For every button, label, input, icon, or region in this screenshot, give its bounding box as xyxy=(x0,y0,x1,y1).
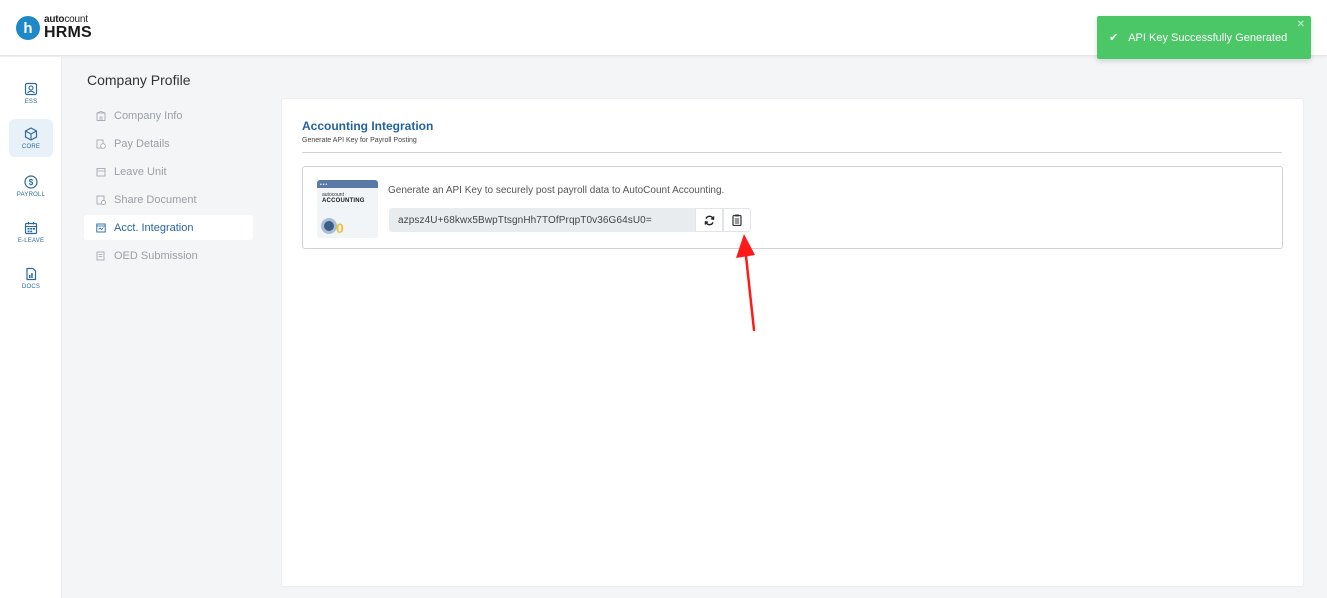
submenu-label: Leave Unit xyxy=(114,165,167,178)
copy-icon xyxy=(732,214,742,226)
success-toast: ✔ API Key Successfully Generated ✕ xyxy=(1097,16,1311,59)
submenu-item-share-document[interactable]: Share Document xyxy=(84,187,253,212)
logo-badge: h xyxy=(16,16,40,40)
coin-icon: 0 xyxy=(336,220,344,236)
check-icon: ✔ xyxy=(1109,32,1119,44)
annotation-arrow xyxy=(736,234,756,332)
content-card: Accounting Integration Generate API Key … xyxy=(281,98,1304,587)
rail-item-payroll[interactable]: $ PAYROLL xyxy=(9,167,53,205)
ess-icon xyxy=(24,82,38,95)
toast-message: API Key Successfully Generated xyxy=(1128,31,1288,44)
module-rail: ESS CORE $ PAYROLL E-LEAVE DOCS xyxy=(0,57,62,598)
rail-label-core: CORE xyxy=(21,143,41,150)
regenerate-api-key-button[interactable] xyxy=(695,208,723,232)
integration-icon xyxy=(96,223,106,232)
submenu-label: Company Info xyxy=(114,109,183,122)
api-key-field[interactable]: azpsz4U+68kwx5BwpTtsgnHh7TOfPrqpT0v36G64… xyxy=(389,208,695,232)
rail-label-payroll: PAYROLL xyxy=(16,191,46,198)
payroll-icon: $ xyxy=(24,174,38,189)
submenu-label: Share Document xyxy=(114,193,197,206)
calendar-icon xyxy=(24,221,38,234)
submenu-item-leave-unit[interactable]: Leave Unit xyxy=(84,159,253,184)
submission-icon xyxy=(96,251,105,260)
copy-api-key-button[interactable] xyxy=(723,208,751,232)
integration-panel: ••• autocount ACCOUNTING 0 Generate an A… xyxy=(302,166,1283,249)
pay-icon xyxy=(96,139,106,149)
rail-item-core[interactable]: CORE xyxy=(9,119,53,157)
docs-icon xyxy=(26,267,37,280)
rail-item-ess[interactable]: ESS xyxy=(9,74,53,112)
building-icon xyxy=(96,110,106,121)
rail-item-eleave[interactable]: E-LEAVE xyxy=(9,213,53,251)
app-logo[interactable]: h autocount HRMS xyxy=(16,15,92,41)
calendar-icon xyxy=(96,167,106,176)
svg-text:$: $ xyxy=(29,178,34,187)
submenu-item-oed-submission[interactable]: OED Submission xyxy=(84,243,253,268)
rail-label-eleave: E-LEAVE xyxy=(17,237,45,244)
gear-icon xyxy=(321,218,337,234)
submenu-item-company-info[interactable]: Company Info xyxy=(84,103,253,128)
close-icon[interactable]: ✕ xyxy=(1297,19,1305,30)
divider xyxy=(302,152,1282,153)
section-subtitle: Generate API Key for Payroll Posting xyxy=(302,137,417,144)
autocount-accounting-logo: ••• autocount ACCOUNTING 0 xyxy=(317,180,378,238)
submenu-label: Pay Details xyxy=(114,137,170,150)
submenu-label: Acct. Integration xyxy=(114,221,194,234)
submenu-item-pay-details[interactable]: Pay Details xyxy=(84,131,253,156)
rail-item-docs[interactable]: DOCS xyxy=(9,259,53,297)
core-icon xyxy=(24,126,38,141)
refresh-icon xyxy=(704,215,714,225)
page-title: Company Profile xyxy=(87,72,191,88)
submenu-item-acct-integration[interactable]: Acct. Integration xyxy=(84,215,253,240)
rail-label-ess: ESS xyxy=(24,98,38,105)
logo-product: HRMS xyxy=(44,24,92,41)
submenu-label: OED Submission xyxy=(114,249,198,262)
rail-label-docs: DOCS xyxy=(21,283,41,290)
section-title: Accounting Integration xyxy=(302,119,434,133)
share-doc-icon xyxy=(96,195,106,205)
integration-description: Generate an API Key to securely post pay… xyxy=(388,185,725,196)
